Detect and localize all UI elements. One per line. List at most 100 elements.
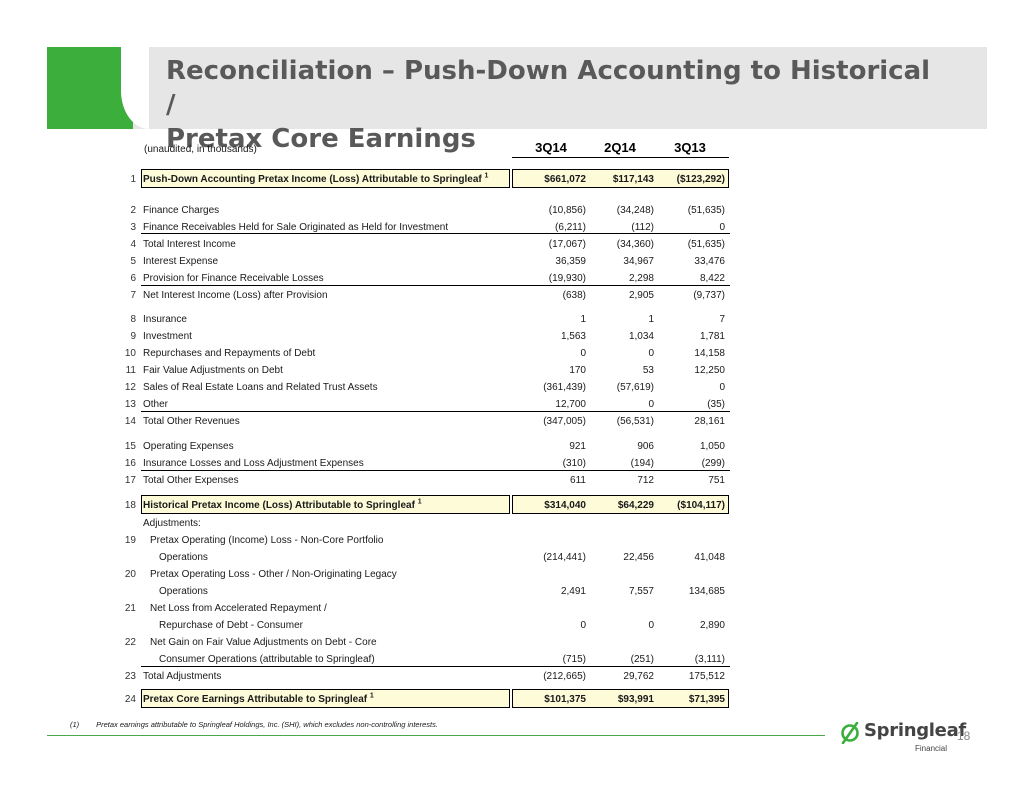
cell-3q14: 611 <box>570 475 586 486</box>
row-label: Pretax Core Earnings Attributable to Spr… <box>143 692 374 705</box>
cell-3q13: ($123,292) <box>676 174 725 185</box>
row-number: 3 <box>130 222 136 233</box>
row-label: Net Gain on Fair Value Adjustments on De… <box>150 637 377 648</box>
cell-3q13: 28,161 <box>694 416 725 427</box>
row-label-continued: Consumer Operations (attributable to Spr… <box>159 654 375 665</box>
cell-2q14: 1,034 <box>628 331 654 342</box>
cell-3q14: 36,359 <box>555 256 586 267</box>
cell-3q13: 175,512 <box>688 671 725 682</box>
row-label: Historical Pretax Income (Loss) Attribut… <box>143 498 422 511</box>
cell-3q14: 0 <box>580 348 586 359</box>
row-number: 23 <box>124 671 136 682</box>
row-label: Total Interest Income <box>143 239 236 250</box>
cell-3q14: 12,700 <box>555 399 586 410</box>
column-header-3q13: 3Q13 <box>674 140 706 155</box>
row-number: 22 <box>124 637 136 648</box>
table-row: 16 Insurance Losses and Loss Adjustment … <box>100 455 730 472</box>
cell-3q13: (35) <box>707 399 725 410</box>
cell-3q14: (361,439) <box>543 382 586 393</box>
row-label: Insurance <box>143 314 187 325</box>
cell-3q13: 7 <box>719 314 725 325</box>
table-row: 15 Operating Expenses 921 906 1,050 <box>100 438 730 455</box>
row-number: 11 <box>125 365 136 376</box>
row-number: 17 <box>124 475 136 486</box>
cell-3q14: $661,072 <box>544 174 586 185</box>
row-number: 4 <box>130 239 136 250</box>
row-label: Finance Receivables Held for Sale Origin… <box>143 222 449 233</box>
cell-2q14: (112) <box>631 222 654 233</box>
row-label: Finance Charges <box>143 205 220 216</box>
cell-3q13: $71,395 <box>688 694 725 705</box>
row-label: Net Loss from Accelerated Repayment / <box>150 603 327 614</box>
table-row: 12 Sales of Real Estate Loans and Relate… <box>100 379 730 396</box>
cell-2q14: (34,360) <box>616 239 654 250</box>
row-label: Operating Expenses <box>143 441 234 452</box>
cell-3q13: (51,635) <box>687 239 725 250</box>
row-number: 20 <box>124 569 136 580</box>
cell-3q13: 1,781 <box>699 331 725 342</box>
cell-2q14: 0 <box>648 348 654 359</box>
row-number: 21 <box>124 603 136 614</box>
cell-2q14: $93,991 <box>617 694 654 705</box>
row-number: 18 <box>124 500 136 511</box>
page-number: 18 <box>957 729 971 743</box>
row-label: Pretax Operating (Income) Loss - Non-Cor… <box>150 535 384 546</box>
cell-3q14: 2,491 <box>560 586 586 597</box>
cell-3q14: (310) <box>562 458 586 469</box>
table-row: 1 Push-Down Accounting Pretax Income (Lo… <box>100 171 730 188</box>
cell-2q14: 906 <box>637 441 654 452</box>
cell-3q14: (19,930) <box>548 273 586 284</box>
cell-3q13: 1,050 <box>699 441 725 452</box>
row-number: 10 <box>124 348 136 359</box>
cell-2q14: (251) <box>630 654 654 665</box>
table-row: 7 Net Interest Income (Loss) after Provi… <box>100 287 730 304</box>
cell-3q14: 170 <box>569 365 586 376</box>
cell-3q14: $314,040 <box>544 500 586 511</box>
row-number: 5 <box>130 256 136 267</box>
cell-2q14: (57,619) <box>616 382 654 393</box>
row-label: Fair Value Adjustments on Debt <box>143 365 283 376</box>
cell-3q13: 14,158 <box>694 348 725 359</box>
cell-3q13: 41,048 <box>694 552 725 563</box>
column-header-2q14: 2Q14 <box>604 140 636 155</box>
table-row: 13 Other 12,700 0 (35) <box>100 396 730 413</box>
footnote-marker: (1) <box>70 720 80 729</box>
row-number: 16 <box>124 458 136 469</box>
cell-2q14: (194) <box>630 458 654 469</box>
row-label: Push-Down Accounting Pretax Income (Loss… <box>143 172 489 185</box>
row-label: Insurance Losses and Loss Adjustment Exp… <box>143 458 364 469</box>
cell-3q13: 0 <box>719 382 725 393</box>
table-row: 9 Investment 1,563 1,034 1,781 <box>100 328 730 345</box>
cell-2q14: 0 <box>648 620 654 631</box>
cell-3q13: (51,635) <box>687 205 725 216</box>
table-row: Repurchase of Debt - Consumer 0 0 2,890 <box>100 617 730 634</box>
cell-2q14: 2,905 <box>628 290 654 301</box>
logo-subtitle: Financial <box>915 744 948 753</box>
logo-wordmark: Springleaf <box>864 720 966 741</box>
cell-3q14: 921 <box>569 441 586 452</box>
cell-3q13: 33,476 <box>694 256 725 267</box>
cell-3q13: (9,737) <box>693 290 725 301</box>
table-row: 4 Total Interest Income (17,067) (34,360… <box>100 236 730 253</box>
table-row: 19 Pretax Operating (Income) Loss - Non-… <box>100 532 730 549</box>
row-label: Repurchases and Repayments of Debt <box>143 348 316 359</box>
row-label: Provision for Finance Receivable Losses <box>143 273 324 284</box>
table-row: 2 Finance Charges (10,856) (34,248) (51,… <box>100 202 730 219</box>
cell-3q14: (212,665) <box>543 671 586 682</box>
cell-3q13: 8,422 <box>699 273 725 284</box>
cell-3q14: (10,856) <box>548 205 586 216</box>
cell-2q14: 34,967 <box>623 256 654 267</box>
page-title-line-1: Reconciliation – Push-Down Accounting to… <box>166 56 931 120</box>
table-row: 18 Historical Pretax Income (Loss) Attri… <box>100 497 730 514</box>
row-number: 2 <box>130 205 136 216</box>
row-number: 24 <box>124 694 136 705</box>
cell-2q14: $64,229 <box>617 500 654 511</box>
cell-2q14: 29,762 <box>623 671 654 682</box>
row-number: 9 <box>130 331 136 342</box>
row-label: Pretax Operating Loss - Other / Non-Orig… <box>150 569 397 580</box>
table-row: Adjustments: <box>100 515 730 532</box>
cell-2q14: 0 <box>648 399 654 410</box>
cell-3q14: 0 <box>580 620 586 631</box>
cell-3q14: 1 <box>580 314 586 325</box>
table-row: 20 Pretax Operating Loss - Other / Non-O… <box>100 566 730 583</box>
